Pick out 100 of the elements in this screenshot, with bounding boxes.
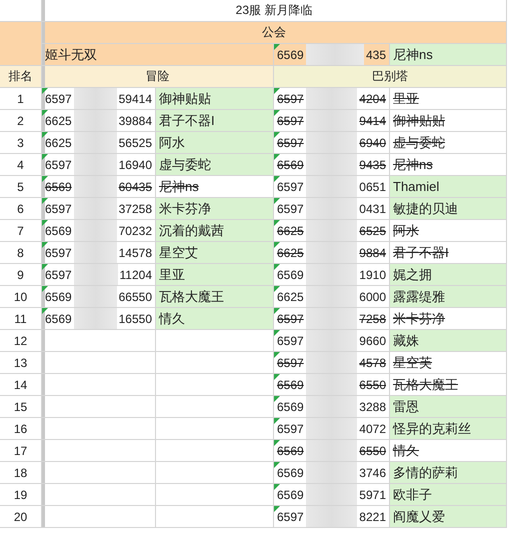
player-id-start: 6625 — [277, 290, 304, 304]
player-name: 露露缇雅 — [393, 288, 445, 306]
player-id-end: 9435 — [359, 158, 386, 172]
player-id-end: 11204 — [120, 268, 152, 282]
player-id-start: 6597 — [277, 202, 304, 216]
blurred-region — [74, 242, 117, 263]
rank-number: 13 — [14, 356, 28, 370]
player-id-start: 6597 — [45, 92, 72, 106]
blurred-region — [306, 374, 358, 395]
rank-number: 4 — [17, 158, 24, 172]
player-name: 米卡芬净 — [393, 310, 445, 328]
player-name: Thamiel — [393, 179, 440, 194]
rank-number: 14 — [14, 378, 28, 392]
player-name: 雷恩 — [393, 398, 419, 416]
rank-number: 15 — [14, 400, 28, 414]
player-id-end: 6550 — [359, 378, 386, 392]
player-id-start: 6597 — [277, 510, 304, 524]
player-id-end: 6940 — [359, 136, 386, 150]
player-id-start: 6625 — [277, 224, 304, 238]
player-id-end: 435 — [366, 48, 386, 62]
player-id-end: 59414 — [118, 92, 152, 106]
blurred-region — [306, 352, 358, 373]
player-id-end: 66550 — [118, 290, 152, 304]
player-name: 尼神ns — [393, 156, 433, 174]
player-id-start: 6569 — [45, 224, 72, 238]
player-name: 沉着的戴茜 — [159, 222, 224, 240]
player-name: 藏姝 — [393, 332, 419, 350]
sheet-title: 23服 新月降临 — [236, 2, 312, 19]
player-name: 星空艾 — [159, 244, 198, 262]
player-id-start: 6625 — [277, 246, 304, 260]
player-name: 瓦格大魔王 — [393, 376, 458, 394]
blurred-region — [306, 286, 358, 307]
rank-number: 17 — [14, 444, 28, 458]
guild-header: 公会 — [262, 24, 286, 41]
rank-number: 1 — [17, 92, 24, 106]
rank-number: 18 — [14, 466, 28, 480]
player-id-end: 6550 — [359, 444, 386, 458]
player-id-end: 39884 — [118, 114, 152, 128]
player-id-start: 6569 — [277, 466, 304, 480]
player-id-start: 6597 — [277, 312, 304, 326]
blurred-region — [306, 242, 358, 263]
player-id-end: 9884 — [359, 246, 386, 260]
player-id-start: 6597 — [45, 158, 72, 172]
player-name: 阿水 — [393, 222, 419, 240]
player-id-end: 6000 — [359, 290, 386, 304]
player-id-end: 5971 — [359, 488, 386, 502]
blurred-region — [306, 154, 358, 175]
player-id-end: 1910 — [359, 268, 386, 282]
player-id-end: 9414 — [359, 114, 386, 128]
column-header: 巴别塔 — [372, 68, 408, 85]
player-id-end: 60435 — [118, 180, 152, 194]
player-name: 尼神ns — [159, 178, 199, 196]
player-id-end: 56525 — [118, 136, 152, 150]
player-id-end: 8221 — [359, 510, 386, 524]
player-id-end: 0431 — [359, 202, 386, 216]
blurred-region — [306, 132, 358, 153]
player-id-start: 6597 — [45, 246, 72, 260]
player-id-start: 6569 — [277, 378, 304, 392]
player-id-end: 70232 — [118, 224, 152, 238]
rank-number: 8 — [17, 246, 24, 260]
blurred-region — [306, 264, 358, 285]
player-id-end: 3288 — [359, 400, 386, 414]
player-id-start: 6625 — [45, 114, 72, 128]
player-name: 瓦格大魔王 — [159, 288, 224, 306]
player-id-start: 6597 — [277, 92, 304, 106]
blurred-region — [74, 132, 117, 153]
rank-number: 5 — [17, 180, 24, 194]
player-id-start: 6597 — [277, 356, 304, 370]
blurred-region — [306, 198, 358, 219]
player-id-start: 6597 — [45, 202, 72, 216]
player-id-start: 6569 — [277, 268, 304, 282]
player-name: 星空芙 — [393, 354, 432, 372]
blurred-region — [306, 330, 358, 351]
player-name: 阿水 — [159, 134, 185, 152]
blurred-region — [306, 440, 358, 461]
player-id-start: 6569 — [277, 488, 304, 502]
player-name: 情久 — [159, 310, 185, 328]
player-id-start: 6569 — [277, 400, 304, 414]
player-id-start: 6597 — [277, 136, 304, 150]
player-name: 怪异的克莉丝 — [393, 420, 471, 438]
blurred-region — [74, 286, 117, 307]
player-name: 多情的萨莉 — [393, 464, 458, 482]
player-id-end: 37258 — [118, 202, 152, 216]
blurred-region — [74, 198, 117, 219]
blurred-region — [74, 88, 117, 109]
player-name: 欧非子 — [393, 486, 432, 504]
player-id-end: 6525 — [359, 224, 386, 238]
rank-number: 20 — [14, 510, 28, 524]
player-name: 虚与委蛇 — [159, 156, 211, 174]
rank-number: 9 — [17, 268, 24, 282]
player-name: 御神贴贴 — [393, 112, 445, 130]
player-id-start: 6569 — [45, 312, 72, 326]
blurred-region — [306, 176, 358, 197]
player-id-end: 3746 — [359, 466, 386, 480]
blurred-region — [306, 88, 358, 109]
blurred-region — [306, 44, 364, 65]
rank-number: 3 — [17, 136, 24, 150]
player-id-start: 6569 — [45, 180, 72, 194]
player-id-end: 4072 — [359, 422, 386, 436]
player-name: 里亚 — [159, 266, 185, 284]
